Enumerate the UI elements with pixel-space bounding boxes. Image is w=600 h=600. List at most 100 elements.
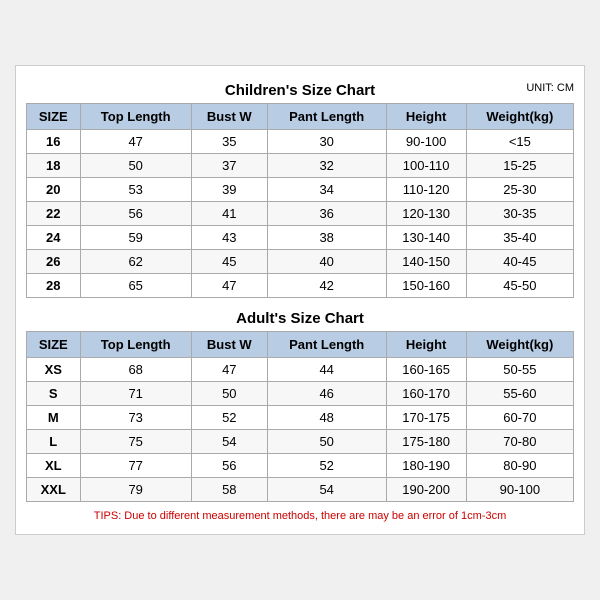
table-row: 18503732100-11015-25 [27, 154, 574, 178]
table-cell: L [27, 430, 81, 454]
table-cell: 110-120 [386, 178, 466, 202]
table-cell: 175-180 [386, 430, 466, 454]
table-cell: 55-60 [466, 382, 573, 406]
table-cell: 50 [267, 430, 386, 454]
table-cell: XL [27, 454, 81, 478]
table-cell: 52 [267, 454, 386, 478]
adult-col-header-bust-w: Bust W [191, 332, 267, 358]
unit-label: UNIT: CM [526, 82, 574, 94]
table-cell: 190-200 [386, 478, 466, 502]
table-row: 1647353090-100<15 [27, 130, 574, 154]
table-cell: 75 [80, 430, 191, 454]
table-cell: 36 [267, 202, 386, 226]
children-table-body: 1647353090-100<1518503732100-11015-25205… [27, 130, 574, 298]
children-section-title: Children's Size Chart UNIT: CM [26, 76, 574, 103]
table-cell: 56 [80, 202, 191, 226]
adult-col-header-size: SIZE [27, 332, 81, 358]
table-cell: S [27, 382, 81, 406]
table-cell: 30-35 [466, 202, 573, 226]
table-cell: 38 [267, 226, 386, 250]
adult-title-text: Adult's Size Chart [236, 310, 364, 327]
table-cell: 20 [27, 178, 81, 202]
table-cell: 43 [191, 226, 267, 250]
adult-col-header-height: Height [386, 332, 466, 358]
table-cell: 54 [267, 478, 386, 502]
table-cell: 71 [80, 382, 191, 406]
table-cell: 40-45 [466, 250, 573, 274]
table-cell: 32 [267, 154, 386, 178]
table-row: L755450175-18070-80 [27, 430, 574, 454]
adult-table-body: XS684744160-16550-55S715046160-17055-60M… [27, 358, 574, 502]
col-header-pant-length: Pant Length [267, 104, 386, 130]
table-cell: 15-25 [466, 154, 573, 178]
adult-header-row: SIZE Top Length Bust W Pant Length Heigh… [27, 332, 574, 358]
table-cell: 73 [80, 406, 191, 430]
children-title-text: Children's Size Chart [225, 82, 375, 99]
table-cell: 140-150 [386, 250, 466, 274]
table-cell: XXL [27, 478, 81, 502]
table-cell: 35-40 [466, 226, 573, 250]
table-row: XS684744160-16550-55 [27, 358, 574, 382]
table-row: S715046160-17055-60 [27, 382, 574, 406]
table-cell: 62 [80, 250, 191, 274]
table-cell: 54 [191, 430, 267, 454]
table-row: M735248170-17560-70 [27, 406, 574, 430]
table-cell: 47 [80, 130, 191, 154]
table-cell: 39 [191, 178, 267, 202]
table-cell: 26 [27, 250, 81, 274]
table-row: 24594338130-14035-40 [27, 226, 574, 250]
table-cell: 65 [80, 274, 191, 298]
table-cell: 18 [27, 154, 81, 178]
table-cell: 47 [191, 358, 267, 382]
table-row: 22564136120-13030-35 [27, 202, 574, 226]
table-cell: 50 [80, 154, 191, 178]
table-cell: 180-190 [386, 454, 466, 478]
children-header-row: SIZE Top Length Bust W Pant Length Heigh… [27, 104, 574, 130]
table-cell: 150-160 [386, 274, 466, 298]
table-cell: 160-165 [386, 358, 466, 382]
table-cell: 30 [267, 130, 386, 154]
adult-section-title: Adult's Size Chart [26, 302, 574, 331]
table-cell: 160-170 [386, 382, 466, 406]
table-cell: 24 [27, 226, 81, 250]
table-cell: 80-90 [466, 454, 573, 478]
table-cell: 170-175 [386, 406, 466, 430]
table-cell: 16 [27, 130, 81, 154]
table-cell: 50 [191, 382, 267, 406]
table-cell: 22 [27, 202, 81, 226]
table-cell: 44 [267, 358, 386, 382]
table-cell: 59 [80, 226, 191, 250]
tips-text: TIPS: Due to different measurement metho… [26, 506, 574, 524]
table-cell: 25-30 [466, 178, 573, 202]
table-cell: 120-130 [386, 202, 466, 226]
table-cell: 45 [191, 250, 267, 274]
children-size-table: SIZE Top Length Bust W Pant Length Heigh… [26, 103, 574, 298]
table-cell: 35 [191, 130, 267, 154]
table-cell: 70-80 [466, 430, 573, 454]
col-header-size: SIZE [27, 104, 81, 130]
col-header-weight: Weight(kg) [466, 104, 573, 130]
table-cell: XS [27, 358, 81, 382]
table-cell: 46 [267, 382, 386, 406]
col-header-height: Height [386, 104, 466, 130]
table-cell: 130-140 [386, 226, 466, 250]
table-cell: 48 [267, 406, 386, 430]
table-cell: M [27, 406, 81, 430]
adult-col-header-pant-length: Pant Length [267, 332, 386, 358]
table-cell: 41 [191, 202, 267, 226]
table-row: 26624540140-15040-45 [27, 250, 574, 274]
table-cell: 79 [80, 478, 191, 502]
table-cell: 37 [191, 154, 267, 178]
adult-col-header-weight: Weight(kg) [466, 332, 573, 358]
col-header-bust-w: Bust W [191, 104, 267, 130]
table-cell: 77 [80, 454, 191, 478]
table-cell: 100-110 [386, 154, 466, 178]
table-cell: 68 [80, 358, 191, 382]
table-cell: 50-55 [466, 358, 573, 382]
table-cell: 28 [27, 274, 81, 298]
table-cell: 60-70 [466, 406, 573, 430]
table-cell: 53 [80, 178, 191, 202]
table-cell: 45-50 [466, 274, 573, 298]
chart-container: Children's Size Chart UNIT: CM SIZE Top … [15, 65, 585, 535]
table-row: XXL795854190-20090-100 [27, 478, 574, 502]
